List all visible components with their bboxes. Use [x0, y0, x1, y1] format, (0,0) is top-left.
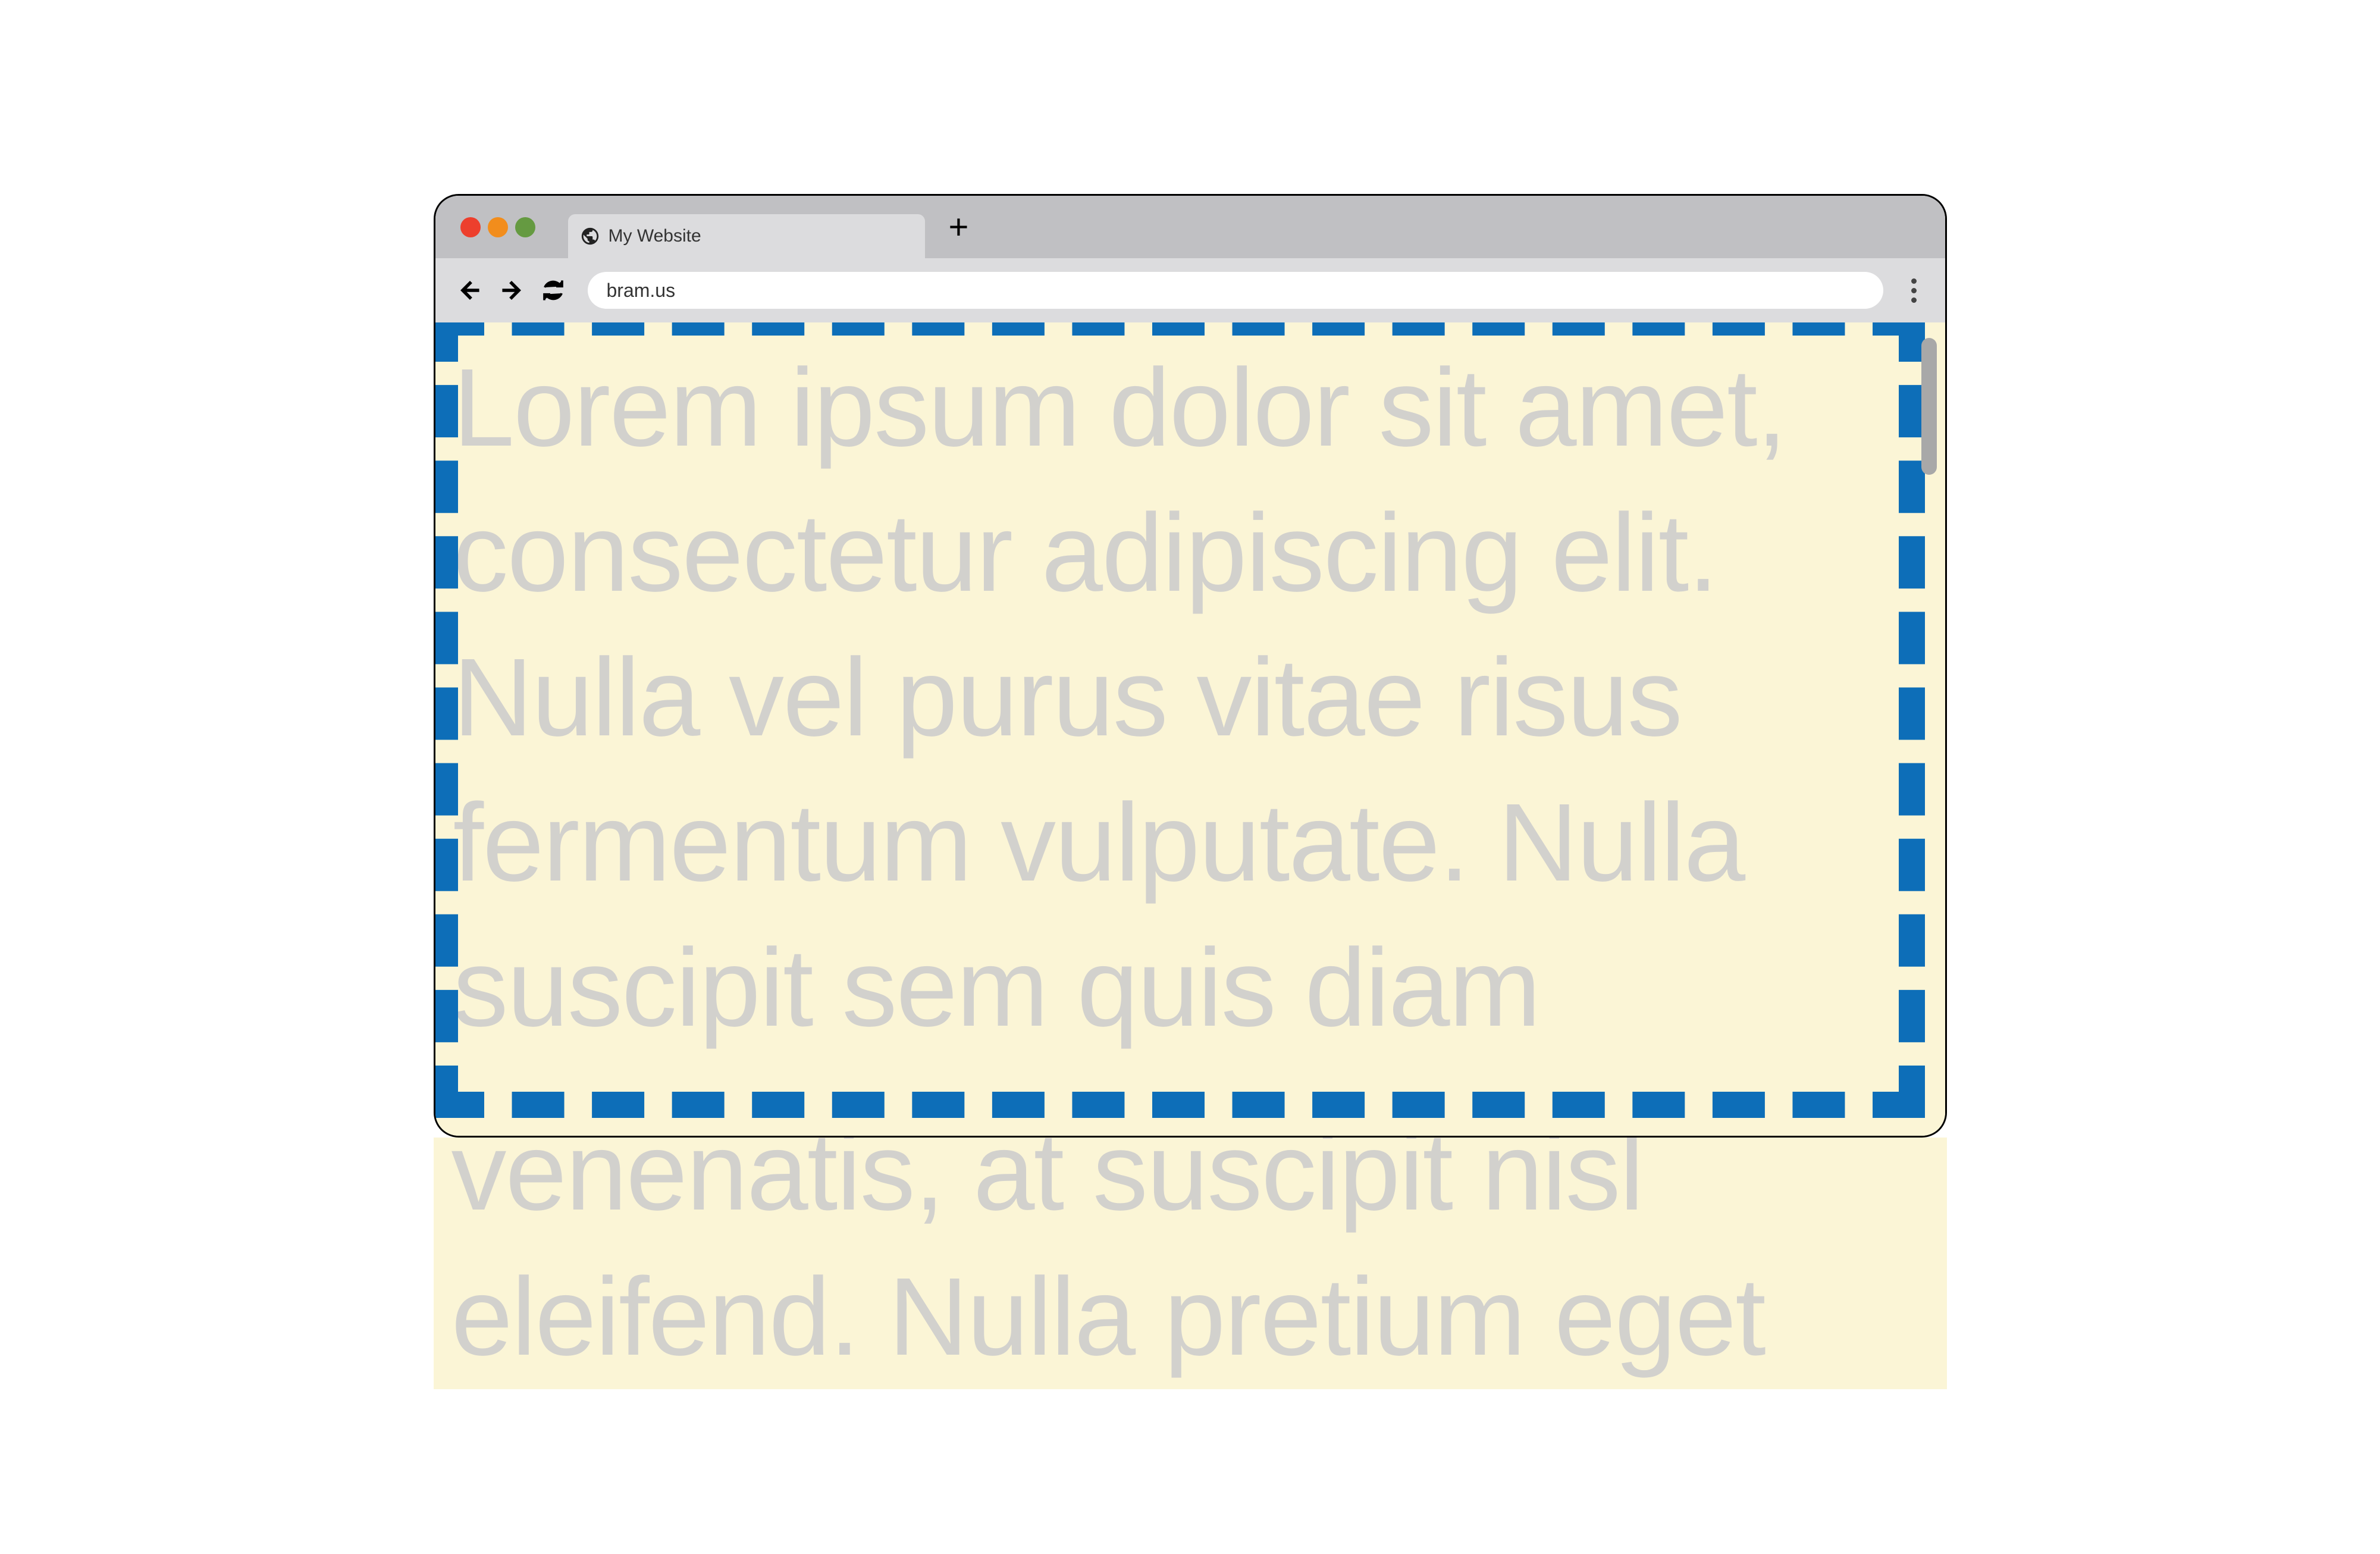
- back-button[interactable]: [457, 277, 483, 303]
- browser-menu-button[interactable]: [1901, 272, 1927, 308]
- minimize-window-button[interactable]: [488, 217, 508, 237]
- forward-button[interactable]: [498, 277, 525, 303]
- overflow-text-line: venenatis, at suscipit nisl: [451, 1138, 1643, 1233]
- maximize-window-button[interactable]: [515, 217, 535, 237]
- reload-button[interactable]: [540, 277, 566, 303]
- toolbar: bram.us: [435, 258, 1945, 322]
- site-icon: [580, 226, 600, 246]
- page-body-text: Lorem ipsum dolor sit amet, consectetur …: [435, 322, 1945, 1060]
- browser-window: My Website + bram.us: [434, 194, 1947, 1138]
- url-text: bram.us: [607, 280, 676, 302]
- address-bar[interactable]: bram.us: [588, 272, 1883, 309]
- close-window-button[interactable]: [460, 217, 481, 237]
- browser-tab[interactable]: My Website: [568, 214, 925, 258]
- tab-title: My Website: [609, 226, 701, 246]
- overflow-text-line: eleifend. Nulla pretium eget: [451, 1255, 1765, 1378]
- scrollbar-thumb[interactable]: [1921, 338, 1937, 475]
- new-tab-button[interactable]: +: [949, 210, 969, 245]
- reflection-decoration: venenatis, at suscipit nisl eleifend. Nu…: [434, 1138, 1947, 1554]
- page-viewport: Lorem ipsum dolor sit amet, consectetur …: [435, 322, 1945, 1136]
- tab-bar: My Website +: [435, 196, 1945, 258]
- traffic-lights: [460, 217, 535, 237]
